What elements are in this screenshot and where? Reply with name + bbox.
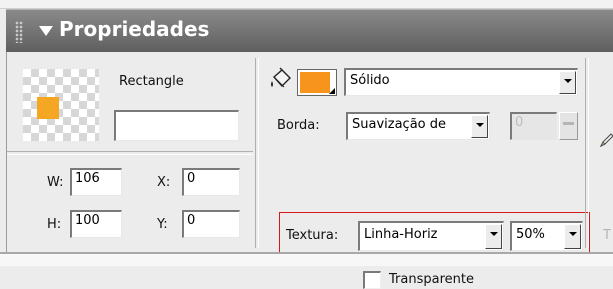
y-label: Y: — [157, 217, 168, 232]
width-label: W: — [47, 175, 64, 190]
bottom-area — [0, 254, 613, 266]
dropdown-arrow-icon[interactable] — [485, 224, 502, 249]
texture-percent-select[interactable]: 50% — [510, 221, 583, 251]
panel-title: Propriedades — [59, 17, 210, 41]
properties-panel-body: Rectangle W: 106 X: 0 H: 100 Y: 0 Sólido… — [6, 52, 613, 289]
border-label: Borda: — [277, 118, 320, 133]
partial-label: T — [603, 228, 611, 243]
rectangle-preview — [37, 97, 59, 119]
texture-value: Linha-Horiz — [364, 227, 438, 242]
swatch-dropdown-icon — [329, 88, 335, 94]
grip-icon[interactable] — [15, 21, 23, 43]
collapse-triangle-icon[interactable] — [39, 26, 53, 36]
dropdown-arrow-icon[interactable] — [559, 71, 576, 94]
texture-percent-value: 50% — [516, 227, 545, 242]
properties-panel-header[interactable]: Propriedades — [6, 9, 613, 53]
top-strip — [0, 0, 613, 9]
x-input[interactable]: 0 — [182, 168, 240, 196]
dropdown-arrow-icon[interactable] — [471, 115, 488, 138]
fill-style-select[interactable]: Sólido — [344, 68, 578, 96]
height-input[interactable]: 100 — [70, 210, 122, 238]
dropdown-arrow-icon[interactable] — [564, 224, 581, 249]
border-style-select[interactable]: Suavização de — [346, 112, 490, 140]
border-amount-input[interactable]: 0 — [510, 112, 557, 140]
border-style-value: Suavização de — [352, 117, 447, 132]
transparent-checkbox[interactable] — [363, 271, 381, 289]
fill-color-swatch[interactable] — [297, 69, 337, 96]
divider — [585, 58, 589, 248]
fill-color — [300, 72, 330, 93]
fill-style-value: Sólido — [350, 73, 390, 88]
height-label: H: — [47, 217, 62, 232]
shape-name-input[interactable] — [114, 110, 239, 141]
y-input[interactable]: 0 — [182, 210, 240, 238]
texture-label: Textura: — [286, 228, 339, 243]
divider — [7, 151, 253, 155]
pencil-icon[interactable] — [599, 132, 613, 148]
width-input[interactable]: 106 — [70, 168, 122, 196]
x-label: X: — [157, 175, 171, 190]
divider — [255, 58, 259, 248]
transparent-label: Transparente — [389, 272, 474, 287]
paint-bucket-icon[interactable] — [269, 67, 293, 93]
shape-thumbnail — [23, 69, 99, 141]
texture-select[interactable]: Linha-Horiz — [358, 221, 504, 251]
shape-type-label: Rectangle — [119, 74, 184, 89]
border-amount-slider-button[interactable] — [559, 112, 578, 140]
